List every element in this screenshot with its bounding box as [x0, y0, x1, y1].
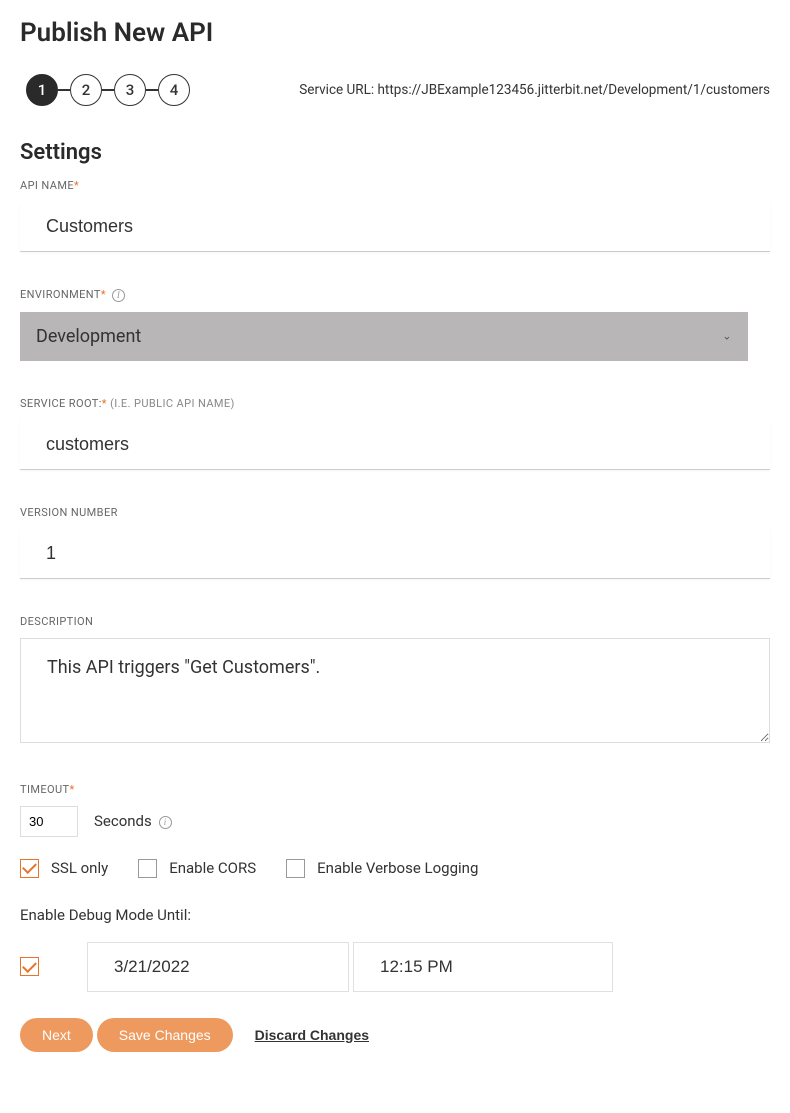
step-2[interactable]: 2: [70, 74, 102, 106]
step-3[interactable]: 3: [114, 74, 146, 106]
service-root-hint: (I.E. PUBLIC API NAME): [107, 397, 235, 410]
step-connector: [58, 89, 70, 91]
api-name-label-text: API NAME: [20, 179, 74, 192]
page-title: Publish New API: [20, 18, 770, 48]
required-asterisk: *: [101, 288, 106, 301]
required-asterisk: *: [69, 783, 74, 796]
enable-cors-checkbox-item[interactable]: Enable CORS: [138, 859, 256, 878]
step-connector: [146, 89, 158, 91]
discard-changes-link[interactable]: Discard Changes: [255, 1027, 369, 1043]
required-asterisk: *: [74, 179, 79, 192]
service-root-label-text: SERVICE ROOT:: [20, 397, 102, 410]
environment-select[interactable]: Development ⌄: [20, 312, 748, 361]
enable-cors-checkbox: [138, 859, 157, 878]
description-textarea[interactable]: [20, 638, 770, 743]
info-icon[interactable]: i: [112, 289, 125, 302]
service-root-label: SERVICE ROOT:* (I.E. PUBLIC API NAME): [20, 397, 770, 410]
next-button[interactable]: Next: [20, 1018, 93, 1052]
step-1[interactable]: 1: [26, 74, 58, 106]
wizard-stepper: 1 2 3 4: [26, 74, 190, 106]
timeout-unit: Seconds i: [94, 812, 172, 830]
enable-verbose-checkbox-item[interactable]: Enable Verbose Logging: [286, 859, 478, 878]
debug-mode-checkbox[interactable]: [20, 957, 39, 976]
environment-label: ENVIRONMENT* i: [20, 288, 770, 302]
step-connector: [102, 89, 114, 91]
enable-cors-label: Enable CORS: [169, 859, 256, 877]
debug-date-input[interactable]: [87, 942, 349, 992]
description-label: DESCRIPTION: [20, 615, 770, 628]
service-url-label: Service URL:: [299, 82, 377, 98]
debug-time-input[interactable]: [353, 942, 613, 992]
environment-label-text: ENVIRONMENT: [20, 288, 101, 301]
service-url: Service URL: https://JBExample123456.jit…: [299, 82, 770, 98]
version-number-label: VERSION NUMBER: [20, 506, 770, 519]
version-number-input[interactable]: [20, 529, 770, 579]
environment-select-value: Development: [20, 312, 748, 361]
save-changes-button[interactable]: Save Changes: [97, 1018, 233, 1052]
timeout-label-text: TIMEOUT: [20, 783, 69, 796]
api-name-input[interactable]: [20, 202, 770, 252]
debug-mode-label: Enable Debug Mode Until:: [20, 906, 770, 924]
service-url-value: https://JBExample123456.jitterbit.net/De…: [378, 82, 771, 98]
service-root-input[interactable]: [20, 420, 770, 470]
ssl-only-label: SSL only: [51, 859, 108, 877]
timeout-input[interactable]: [20, 806, 78, 837]
settings-heading: Settings: [20, 140, 770, 165]
enable-verbose-checkbox: [286, 859, 305, 878]
api-name-label: API NAME*: [20, 179, 770, 192]
ssl-only-checkbox: [20, 859, 39, 878]
ssl-only-checkbox-item[interactable]: SSL only: [20, 859, 108, 878]
enable-verbose-label: Enable Verbose Logging: [317, 859, 478, 877]
timeout-label: TIMEOUT*: [20, 783, 770, 796]
info-icon[interactable]: i: [159, 816, 172, 829]
step-4[interactable]: 4: [158, 74, 190, 106]
timeout-unit-text: Seconds: [94, 812, 152, 830]
